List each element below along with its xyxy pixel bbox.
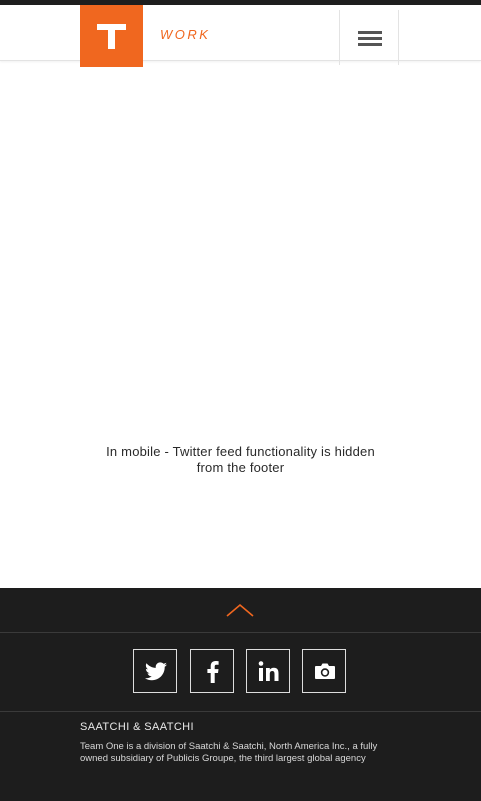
menu-button[interactable] bbox=[339, 10, 399, 65]
site-header bbox=[0, 5, 481, 65]
linkedin-link[interactable] bbox=[246, 649, 290, 693]
twitter-link[interactable] bbox=[133, 649, 177, 693]
company-description: Team One is a division of Saatchi & Saat… bbox=[80, 741, 378, 764]
menu-icon-bar bbox=[358, 37, 382, 40]
footer-divider bbox=[0, 711, 481, 712]
twitter-icon bbox=[145, 662, 167, 681]
footer-divider bbox=[0, 632, 481, 633]
facebook-icon bbox=[207, 661, 219, 683]
mobile-note: In mobile - Twitter feed functionality i… bbox=[106, 444, 375, 475]
menu-icon-bar bbox=[358, 31, 382, 34]
camera-icon bbox=[315, 663, 335, 679]
logo-link[interactable] bbox=[80, 5, 143, 67]
linkedin-icon bbox=[258, 661, 279, 681]
instagram-link[interactable] bbox=[302, 649, 346, 693]
back-to-top-button[interactable] bbox=[0, 588, 481, 632]
chevron-up-icon bbox=[226, 603, 254, 617]
site-footer: SAATCHI & SAATCHI Team One is a division… bbox=[0, 588, 481, 801]
section-title: WORK bbox=[160, 27, 211, 42]
facebook-link[interactable] bbox=[190, 649, 234, 693]
menu-icon-bar bbox=[358, 43, 382, 46]
company-name: SAATCHI & SAATCHI bbox=[80, 721, 194, 733]
team-one-logo-icon bbox=[97, 24, 126, 49]
